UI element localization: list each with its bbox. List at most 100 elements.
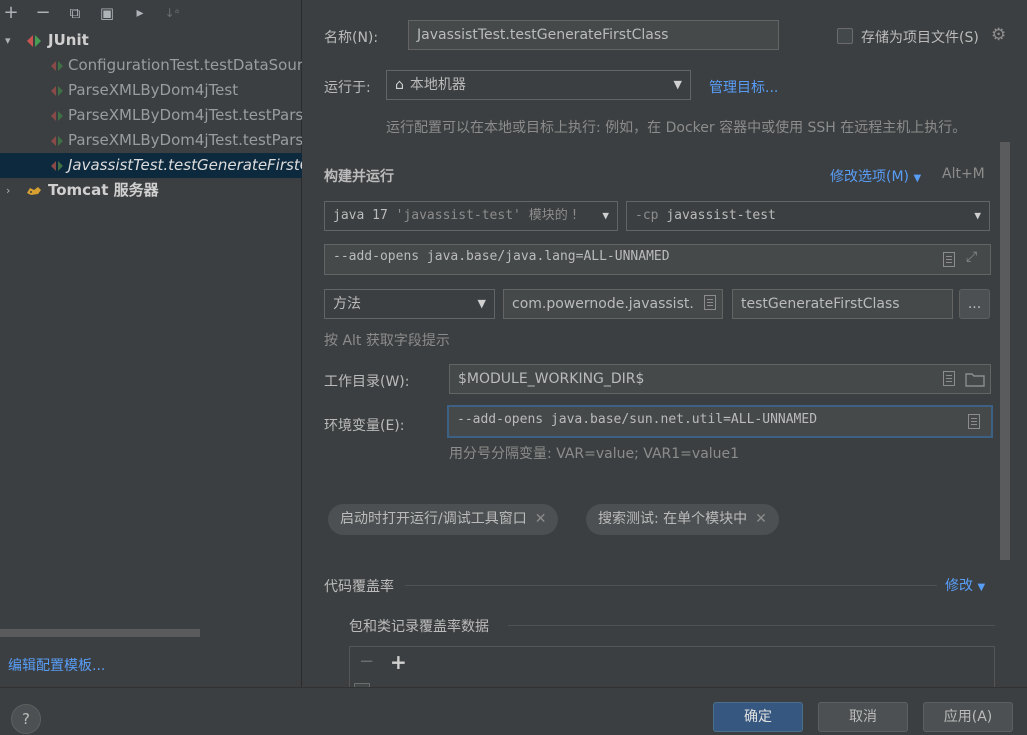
tag-label: 搜索测试: 在单个模块中: [598, 511, 748, 527]
ok-button[interactable]: 确定: [713, 702, 803, 732]
run-on-hint: 运行配置可以在本地或目标上执行: 例如，在 Docker 容器中或使用 SSH …: [386, 120, 967, 136]
add-icon[interactable]: +: [1, 3, 21, 23]
tree-item[interactable]: ParseXMLByDom4jTest: [0, 78, 302, 103]
save-icon[interactable]: ▣: [97, 3, 117, 23]
store-as-project-checkbox[interactable]: [837, 28, 853, 44]
chevron-right-icon[interactable]: ›: [6, 178, 10, 203]
vm-options-input[interactable]: --add-opens java.base/java.lang=ALL-UNNA…: [324, 244, 991, 275]
tree-item-label: ParseXMLByDom4jTest: [68, 81, 239, 99]
tomcat-icon: [27, 187, 41, 195]
edit-templates-link[interactable]: 编辑配置模板...: [8, 655, 105, 675]
add-icon[interactable]: +: [390, 650, 407, 674]
tree-node-junit[interactable]: ▾ JUnit: [0, 28, 302, 53]
coverage-title: 代码覆盖率: [324, 579, 394, 595]
folder-icon[interactable]: [965, 372, 985, 387]
name-label: 名称(N):: [324, 30, 379, 46]
apply-button[interactable]: 应用(A): [923, 702, 1013, 732]
workdir-value: $MODULE_WORKING_DIR$: [458, 371, 645, 387]
coverage-modify-label: 修改: [945, 578, 973, 594]
tree-item-label: ParseXMLByDom4jTest.testParse: [68, 106, 302, 124]
method-input[interactable]: testGenerateFirstClass: [732, 289, 953, 319]
chevron-down-icon: ▼: [673, 78, 682, 91]
run-on-combo[interactable]: ⌂ 本地机器 ▼: [386, 70, 691, 100]
env-value: --add-opens java.base/sun.net.util=ALL-U…: [457, 412, 818, 427]
modify-options-label: 修改选项(M): [830, 169, 910, 185]
tag-open-tool-window[interactable]: 启动时打开运行/调试工具窗口 ✕: [328, 504, 559, 535]
sort-icon[interactable]: ↓ᵃ: [162, 3, 182, 23]
coverage-modify-link[interactable]: 修改 ▼: [945, 575, 985, 595]
remove-icon[interactable]: −: [33, 3, 53, 23]
alt-hint: 按 Alt 获取字段提示: [324, 333, 450, 349]
store-as-project-label: 存储为项目文件(S): [861, 30, 979, 46]
chevron-down-icon[interactable]: ▾: [5, 28, 11, 53]
help-button[interactable]: ?: [11, 704, 41, 734]
chevron-down-icon: ▼: [913, 173, 922, 184]
test-kind-value: 方法: [333, 296, 361, 312]
tree-item[interactable]: ConfigurationTest.testDataSource: [0, 53, 302, 78]
chevron-down-icon: ▼: [977, 582, 986, 593]
classpath-combo[interactable]: -cp javassist-test ▼: [626, 201, 990, 231]
workdir-input[interactable]: $MODULE_WORKING_DIR$: [449, 364, 991, 394]
modify-options-shortcut: Alt+M: [942, 166, 985, 182]
modify-options-link[interactable]: 修改选项(M) ▼: [830, 166, 921, 186]
coverage-subtitle: 包和类记录覆盖率数据: [349, 619, 489, 635]
document-icon[interactable]: [943, 252, 955, 267]
tree-item[interactable]: ParseXMLByDom4jTest.testParse: [0, 128, 302, 153]
chevron-down-icon: ▼: [974, 209, 981, 222]
separator: [405, 585, 937, 586]
expand-icon[interactable]: ⤢: [966, 249, 977, 265]
gear-icon[interactable]: ⚙: [991, 25, 1006, 45]
tree-item[interactable]: ParseXMLByDom4jTest.testParse: [0, 103, 302, 128]
build-run-title: 构建并运行: [324, 169, 394, 185]
coverage-patterns-table: − +: [349, 646, 995, 688]
junit-icon: [27, 35, 41, 47]
run-on-label: 运行于:: [324, 80, 371, 96]
junit-test-icon: [51, 86, 63, 96]
horizontal-scrollbar[interactable]: [0, 629, 200, 637]
env-label: 环境变量(E):: [324, 418, 405, 434]
test-kind-combo[interactable]: 方法 ▼: [324, 289, 495, 319]
tree-label-junit: JUnit: [48, 31, 89, 49]
jre-version: java 17: [333, 208, 388, 223]
copy-icon[interactable]: ⧉: [65, 3, 85, 23]
chevron-down-icon: ▼: [477, 297, 486, 310]
manage-targets-link[interactable]: 管理目标...: [709, 77, 778, 97]
junit-test-icon: [51, 161, 63, 171]
document-icon[interactable]: [943, 371, 955, 386]
chevron-down-icon: ▼: [602, 209, 609, 222]
remove-icon[interactable]: −: [359, 651, 374, 672]
junit-test-icon: [51, 61, 63, 71]
cp-module: javassist-test: [666, 208, 776, 223]
tree-item-selected[interactable]: JavassistTest.testGenerateFirstC: [0, 153, 302, 178]
document-icon[interactable]: [704, 295, 716, 310]
close-icon[interactable]: ✕: [535, 511, 547, 527]
class-value: com.powernode.javassist.: [512, 296, 694, 312]
junit-test-icon: [51, 136, 63, 146]
tree-node-tomcat[interactable]: › Tomcat 服务器: [0, 178, 302, 203]
separator: [508, 625, 995, 626]
jre-module: 'javassist-test': [395, 208, 521, 223]
browse-method-button[interactable]: ...: [959, 289, 990, 319]
vertical-scrollbar[interactable]: [1000, 142, 1010, 560]
tree-item-label: ConfigurationTest.testDataSource: [68, 56, 302, 74]
home-icon: ⌂: [395, 77, 404, 93]
tree-item-label: JavassistTest.testGenerateFirstC: [68, 156, 302, 174]
tag-label: 启动时打开运行/调试工具窗口: [340, 511, 527, 527]
tree-label-tomcat: Tomcat 服务器: [48, 181, 159, 199]
jre-suffix: 模块的 !: [528, 208, 578, 223]
workdir-label: 工作目录(W):: [324, 374, 410, 390]
document-icon[interactable]: [968, 414, 980, 429]
tag-search-tests[interactable]: 搜索测试: 在单个模块中 ✕: [586, 504, 779, 535]
env-input[interactable]: --add-opens java.base/sun.net.util=ALL-U…: [447, 405, 993, 438]
class-input[interactable]: com.powernode.javassist.: [503, 289, 723, 319]
junit-test-icon: [51, 111, 63, 121]
cancel-button[interactable]: 取消: [818, 702, 908, 732]
env-hint: 用分号分隔变量: VAR=value; VAR1=value1: [449, 446, 740, 462]
close-icon[interactable]: ✕: [755, 511, 767, 527]
name-input[interactable]: JavassistTest.testGenerateFirstClass: [408, 20, 779, 50]
cp-flag: -cp: [635, 208, 659, 223]
jre-combo[interactable]: java 17 'javassist-test' 模块的 ! ▼: [324, 201, 618, 231]
folder-move-icon[interactable]: ▸: [130, 3, 150, 23]
config-tree-panel: + − ⧉ ▣ ▸ ↓ᵃ ▾ JUnit ConfigurationTest.t…: [0, 0, 302, 687]
method-value: testGenerateFirstClass: [741, 296, 900, 312]
